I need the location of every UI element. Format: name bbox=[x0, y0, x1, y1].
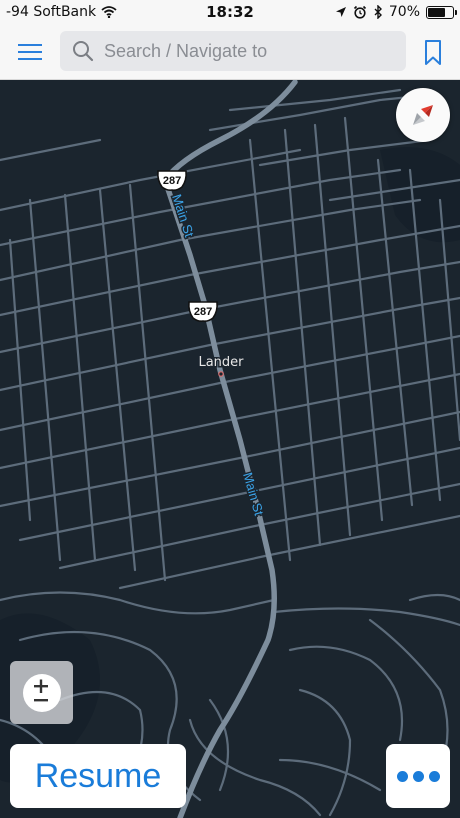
compass-icon bbox=[413, 105, 433, 125]
search-input[interactable] bbox=[104, 40, 406, 62]
highway-shield-upper: 287 bbox=[157, 170, 187, 191]
status-right: 70% bbox=[335, 4, 457, 20]
bookmark-button[interactable] bbox=[420, 38, 446, 68]
highway-shield-lower: 287 bbox=[188, 301, 218, 322]
highway-shield-upper-label: 287 bbox=[163, 175, 181, 187]
menu-button[interactable] bbox=[10, 36, 50, 68]
highway-shield-lower-label: 287 bbox=[194, 306, 212, 318]
battery-icon bbox=[426, 5, 457, 19]
city-marker bbox=[218, 371, 224, 377]
battery-fill bbox=[428, 7, 445, 17]
search-icon bbox=[73, 41, 94, 62]
search-box[interactable] bbox=[60, 31, 406, 71]
city-label: Lander bbox=[198, 355, 244, 370]
more-button[interactable] bbox=[386, 744, 450, 808]
location-arrow-icon bbox=[335, 7, 346, 17]
hamburger-menu-icon bbox=[18, 44, 42, 60]
bluetooth-icon bbox=[374, 5, 382, 19]
compass-button[interactable] bbox=[396, 88, 450, 142]
resume-button[interactable]: Resume bbox=[10, 744, 186, 808]
zoom-plus-minus-icon bbox=[34, 679, 48, 702]
more-dots-icon bbox=[396, 770, 408, 782]
status-bar: -94 SoftBank 18:32 70% bbox=[0, 0, 460, 26]
top-bar bbox=[0, 26, 460, 80]
zoom-button[interactable] bbox=[10, 661, 73, 724]
alarm-icon bbox=[353, 5, 366, 19]
bookmark-icon bbox=[425, 40, 441, 65]
zoom-circle bbox=[23, 674, 61, 712]
battery-percent: 70% bbox=[388, 4, 420, 20]
